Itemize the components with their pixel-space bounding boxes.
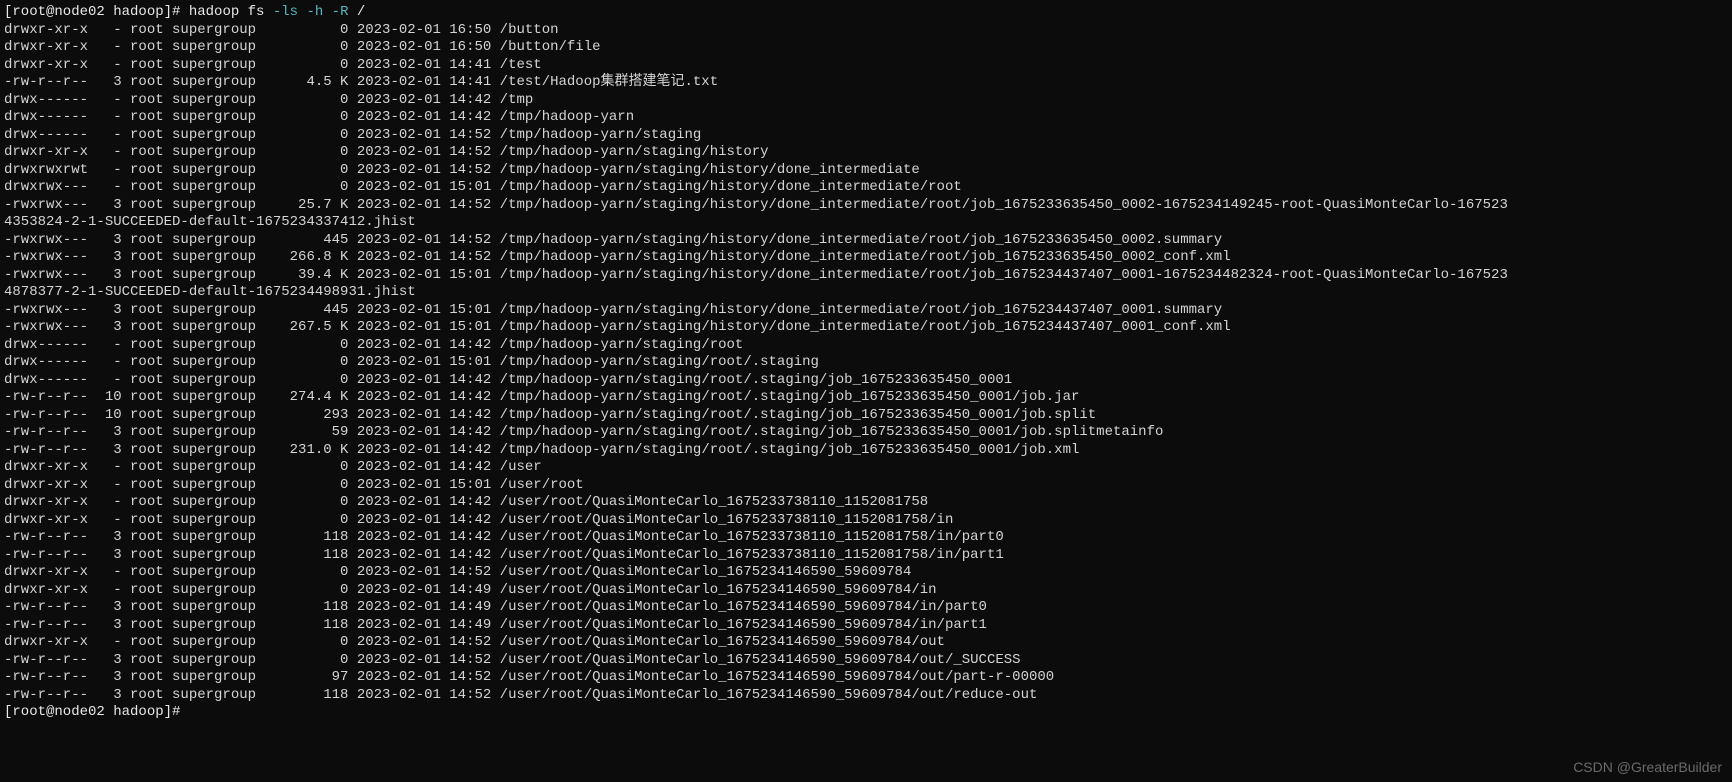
listing-row: drwxr-xr-x - root supergroup 0 2023-02-0… — [4, 57, 1728, 75]
listing-row: -rw-r--r-- 10 root supergroup 293 2023-0… — [4, 407, 1728, 425]
listing-row: -rw-r--r-- 3 root supergroup 0 2023-02-0… — [4, 652, 1728, 670]
prompt-idle[interactable]: [root@node02 hadoop]# — [4, 704, 1728, 722]
listing-row: -rw-r--r-- 10 root supergroup 274.4 K 20… — [4, 389, 1728, 407]
listing-row: -rwxrwx--- 3 root supergroup 266.8 K 202… — [4, 249, 1728, 267]
listing-row: drwxr-xr-x - root supergroup 0 2023-02-0… — [4, 582, 1728, 600]
listing-row: drwxrwx--- - root supergroup 0 2023-02-0… — [4, 179, 1728, 197]
listing-row: -rwxrwx--- 3 root supergroup 39.4 K 2023… — [4, 267, 1728, 285]
listing-row: -rwxrwx--- 3 root supergroup 25.7 K 2023… — [4, 197, 1728, 215]
listing-row: -rw-r--r-- 3 root supergroup 118 2023-02… — [4, 617, 1728, 635]
command-line: [root@node02 hadoop]# hadoop fs -ls -h -… — [4, 4, 1728, 22]
listing-row: drwxr-xr-x - root supergroup 0 2023-02-0… — [4, 39, 1728, 57]
listing-row: drwxr-xr-x - root supergroup 0 2023-02-0… — [4, 22, 1728, 40]
listing-row: drwxr-xr-x - root supergroup 0 2023-02-0… — [4, 477, 1728, 495]
listing-row: -rwxrwx--- 3 root supergroup 445 2023-02… — [4, 302, 1728, 320]
listing-row: drwxr-xr-x - root supergroup 0 2023-02-0… — [4, 634, 1728, 652]
cmd-name: hadoop fs — [189, 4, 273, 20]
listing-row: -rwxrwx--- 3 root supergroup 267.5 K 202… — [4, 319, 1728, 337]
listing-row: -rw-r--r-- 3 root supergroup 59 2023-02-… — [4, 424, 1728, 442]
listing-row-wrap: 4878377-2-1-SUCCEEDED-default-1675234498… — [4, 284, 1728, 302]
listing-row: -rwxrwx--- 3 root supergroup 445 2023-02… — [4, 232, 1728, 250]
listing-row: -rw-r--r-- 3 root supergroup 97 2023-02-… — [4, 669, 1728, 687]
listing-row: drwxr-xr-x - root supergroup 0 2023-02-0… — [4, 564, 1728, 582]
listing-row-wrap: 4353824-2-1-SUCCEEDED-default-1675234337… — [4, 214, 1728, 232]
listing-row: drwx------ - root supergroup 0 2023-02-0… — [4, 127, 1728, 145]
watermark-text: CSDN @GreaterBuilder — [1573, 759, 1722, 777]
listing-row: drwx------ - root supergroup 0 2023-02-0… — [4, 92, 1728, 110]
listing-row: drwxr-xr-x - root supergroup 0 2023-02-0… — [4, 494, 1728, 512]
listing-row: drwxr-xr-x - root supergroup 0 2023-02-0… — [4, 512, 1728, 530]
listing-row: -rw-r--r-- 3 root supergroup 118 2023-02… — [4, 547, 1728, 565]
listing-row: -rw-r--r-- 3 root supergroup 118 2023-02… — [4, 529, 1728, 547]
prompt: [root@node02 hadoop]# — [4, 4, 189, 20]
listing-row: drwxr-xr-x - root supergroup 0 2023-02-0… — [4, 459, 1728, 477]
listing-row: -rw-r--r-- 3 root supergroup 118 2023-02… — [4, 687, 1728, 705]
listing-row: drwxrwxrwt - root supergroup 0 2023-02-0… — [4, 162, 1728, 180]
listing-row: drwx------ - root supergroup 0 2023-02-0… — [4, 109, 1728, 127]
cmd-args: -ls -h -R — [273, 4, 349, 20]
listing-row: drwx------ - root supergroup 0 2023-02-0… — [4, 372, 1728, 390]
listing-row: drwx------ - root supergroup 0 2023-02-0… — [4, 354, 1728, 372]
listing-row: drwxr-xr-x - root supergroup 0 2023-02-0… — [4, 144, 1728, 162]
listing-row: -rw-r--r-- 3 root supergroup 231.0 K 202… — [4, 442, 1728, 460]
listing-row: drwx------ - root supergroup 0 2023-02-0… — [4, 337, 1728, 355]
cmd-path: / — [348, 4, 365, 20]
listing-row: -rw-r--r-- 3 root supergroup 118 2023-02… — [4, 599, 1728, 617]
terminal-output[interactable]: [root@node02 hadoop]# hadoop fs -ls -h -… — [4, 4, 1728, 722]
listing-row: -rw-r--r-- 3 root supergroup 4.5 K 2023-… — [4, 74, 1728, 92]
